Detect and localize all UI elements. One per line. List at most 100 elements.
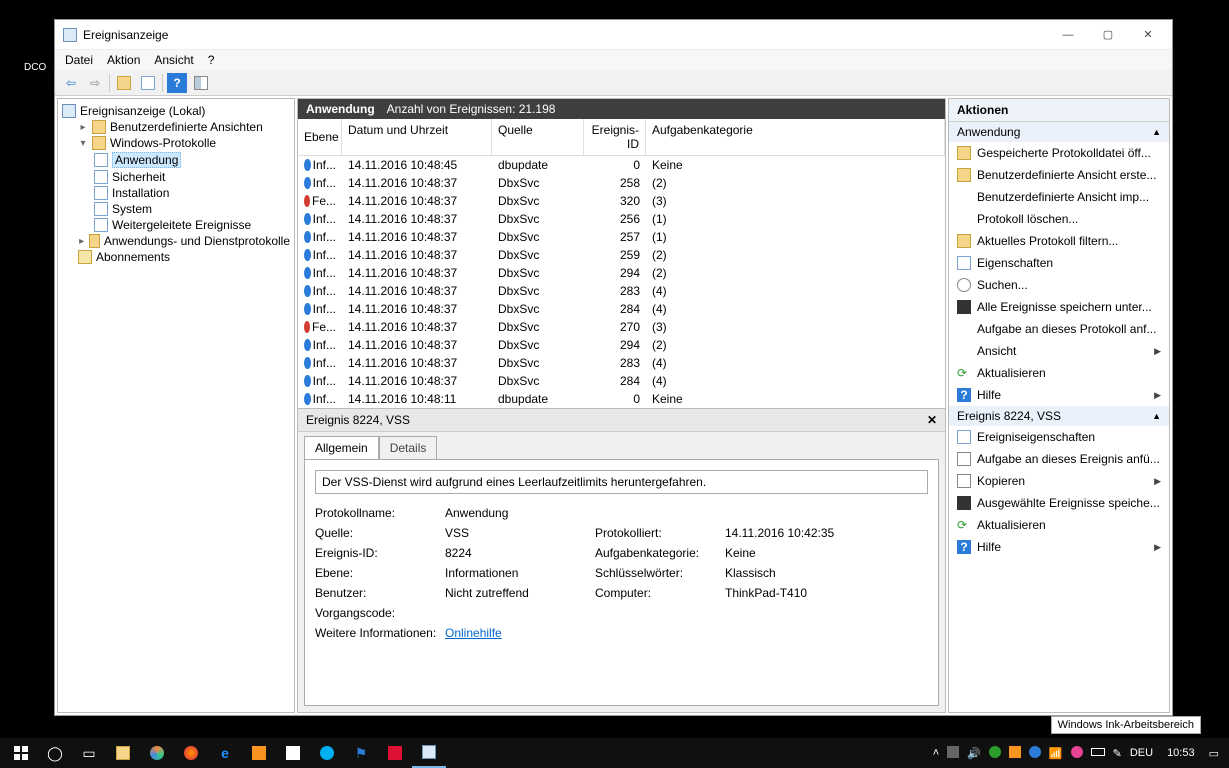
table-row[interactable]: Inf...14.11.2016 10:48:37DbxSvc294(2): [298, 336, 945, 354]
table-row[interactable]: Inf...14.11.2016 10:48:37DbxSvc258(2): [298, 174, 945, 192]
titlebar[interactable]: Ereignisanzeige — ▢ ✕: [55, 20, 1172, 50]
actions-section-application[interactable]: Anwendung▲: [949, 122, 1169, 142]
help-button[interactable]: ?: [167, 73, 187, 93]
action-import-custom-view[interactable]: Benutzerdefinierte Ansicht imp...: [949, 186, 1169, 208]
action-attach-task-event[interactable]: Aufgabe an dieses Ereignis anfü...: [949, 448, 1169, 470]
taskbar-explorer[interactable]: [106, 738, 140, 768]
action-view-submenu[interactable]: Ansicht▶: [949, 340, 1169, 362]
tab-details[interactable]: Details: [379, 436, 438, 459]
minimize-button[interactable]: —: [1048, 20, 1088, 50]
table-row[interactable]: Fe...14.11.2016 10:48:37DbxSvc320(3): [298, 192, 945, 210]
taskbar-firefox[interactable]: [174, 738, 208, 768]
menu-file[interactable]: Datei: [65, 53, 93, 67]
system-tray[interactable]: ˄ 🔊 📶 ✎ DEU 10:53 ▭: [933, 746, 1225, 761]
col-source[interactable]: Quelle: [492, 119, 584, 155]
action-help[interactable]: ?Hilfe▶: [949, 384, 1169, 406]
action-refresh[interactable]: ⟳Aktualisieren: [949, 362, 1169, 384]
action-help-2[interactable]: ?Hilfe▶: [949, 536, 1169, 558]
action-filter-log[interactable]: Aktuelles Protokoll filtern...: [949, 230, 1169, 252]
maximize-button[interactable]: ▢: [1088, 20, 1128, 50]
tray-sync-icon[interactable]: [1029, 746, 1041, 761]
action-save-all-events[interactable]: Alle Ereignisse speichern unter...: [949, 296, 1169, 318]
col-level[interactable]: Ebene: [298, 119, 342, 155]
col-datetime[interactable]: Datum und Uhrzeit: [342, 119, 492, 155]
tray-clock[interactable]: 10:53: [1161, 747, 1201, 759]
pane-toggle-button[interactable]: [191, 73, 211, 93]
detail-close-button[interactable]: ✕: [927, 413, 937, 427]
taskbar-edge[interactable]: e: [208, 738, 242, 768]
tray-battery-icon[interactable]: [1091, 747, 1105, 759]
taskbar-store[interactable]: [276, 738, 310, 768]
taskbar-chrome[interactable]: [140, 738, 174, 768]
tree-item-system[interactable]: System: [92, 201, 292, 217]
taskbar-skype[interactable]: [310, 738, 344, 768]
table-row[interactable]: Inf...14.11.2016 10:48:45dbupdate0Keine: [298, 156, 945, 174]
actions-section-event[interactable]: Ereignis 8224, VSS▲: [949, 406, 1169, 426]
link-onlinehelp[interactable]: Onlinehilfe: [445, 626, 502, 640]
taskbar-app-orange[interactable]: [242, 738, 276, 768]
tree-custom-views[interactable]: ▸Benutzerdefinierte Ansichten: [76, 119, 292, 135]
tray-orange-icon[interactable]: [1009, 746, 1021, 761]
tray-green-icon[interactable]: [989, 746, 1001, 761]
tree-subscriptions[interactable]: Abonnements: [76, 249, 292, 265]
tree-windows-logs[interactable]: ▾Windows-Protokolle: [76, 135, 292, 151]
table-row[interactable]: Fe...14.11.2016 10:48:37DbxSvc270(3): [298, 318, 945, 336]
tree-root[interactable]: Ereignisanzeige (Lokal): [60, 103, 292, 119]
action-save-selected[interactable]: Ausgewählte Ereignisse speiche...: [949, 492, 1169, 514]
tray-ink-icon[interactable]: ✎: [1113, 747, 1122, 760]
cortana-button[interactable]: ◯: [38, 738, 72, 768]
tray-wifi-icon[interactable]: 📶: [1049, 747, 1063, 760]
action-find[interactable]: Suchen...: [949, 274, 1169, 296]
tree-app-service-logs[interactable]: ▸Anwendungs- und Dienstprotokolle: [76, 233, 292, 249]
start-button[interactable]: [4, 738, 38, 768]
tree-item-forwarded[interactable]: Weitergeleitete Ereignisse: [92, 217, 292, 233]
table-row[interactable]: Inf...14.11.2016 10:48:37DbxSvc283(4): [298, 282, 945, 300]
tray-notifications-icon[interactable]: ▭: [1209, 747, 1219, 760]
nav-back-button[interactable]: ⇦: [61, 73, 81, 93]
detail-pane: Ereignis 8224, VSS ✕ Allgemein Details D…: [298, 409, 945, 712]
table-row[interactable]: Inf...14.11.2016 10:48:37DbxSvc284(4): [298, 300, 945, 318]
col-event-id[interactable]: Ereignis-ID: [584, 119, 646, 155]
table-row[interactable]: Inf...14.11.2016 10:48:37DbxSvc284(4): [298, 372, 945, 390]
event-grid[interactable]: Ebene Datum und Uhrzeit Quelle Ereignis-…: [298, 119, 945, 409]
menu-action[interactable]: Aktion: [107, 53, 140, 67]
table-row[interactable]: Inf...14.11.2016 10:48:37DbxSvc259(2): [298, 246, 945, 264]
taskbar-flag[interactable]: ⚑: [344, 738, 378, 768]
table-row[interactable]: Inf...14.11.2016 10:48:37DbxSvc256(1): [298, 210, 945, 228]
action-event-properties[interactable]: Ereigniseigenschaften: [949, 426, 1169, 448]
col-category[interactable]: Aufgabenkategorie: [646, 119, 945, 155]
action-copy[interactable]: Kopieren▶: [949, 470, 1169, 492]
action-open-saved-log[interactable]: Gespeicherte Protokolldatei öff...: [949, 142, 1169, 164]
action-refresh-2[interactable]: ⟳Aktualisieren: [949, 514, 1169, 536]
tree-item-security[interactable]: Sicherheit: [92, 169, 292, 185]
close-button[interactable]: ✕: [1128, 20, 1168, 50]
tray-overflow-icon[interactable]: ˄: [933, 747, 939, 759]
menu-help[interactable]: ?: [208, 53, 215, 67]
tray-app-icon[interactable]: [947, 746, 959, 761]
taskview-button[interactable]: ▭: [72, 738, 106, 768]
taskbar-app-red[interactable]: [378, 738, 412, 768]
action-clear-log[interactable]: Protokoll löschen...: [949, 208, 1169, 230]
grid-body[interactable]: Inf...14.11.2016 10:48:45dbupdate0KeineI…: [298, 156, 945, 408]
action-create-custom-view[interactable]: Benutzerdefinierte Ansicht erste...: [949, 164, 1169, 186]
grid-header[interactable]: Ebene Datum und Uhrzeit Quelle Ereignis-…: [298, 119, 945, 156]
menu-view[interactable]: Ansicht: [154, 53, 193, 67]
table-row[interactable]: Inf...14.11.2016 10:48:11dbupdate0Keine: [298, 390, 945, 408]
folder-button[interactable]: [114, 73, 134, 93]
taskbar[interactable]: ◯ ▭ e ⚑ ˄ 🔊 📶 ✎ DEU 10:53 ▭: [0, 738, 1229, 768]
tray-volume-icon[interactable]: 🔊: [967, 747, 981, 760]
action-properties[interactable]: Eigenschaften: [949, 252, 1169, 274]
nav-forward-button[interactable]: ⇨: [85, 73, 105, 93]
tree-pane[interactable]: Ereignisanzeige (Lokal) ▸Benutzerdefinie…: [57, 98, 295, 713]
tab-general[interactable]: Allgemein: [304, 436, 379, 459]
taskbar-eventviewer[interactable]: [412, 738, 446, 768]
tree-item-setup[interactable]: Installation: [92, 185, 292, 201]
action-attach-task-log[interactable]: Aufgabe an dieses Protokoll anf...: [949, 318, 1169, 340]
tree-item-application[interactable]: Anwendung: [92, 151, 292, 169]
tray-language[interactable]: DEU: [1130, 747, 1153, 759]
table-row[interactable]: Inf...14.11.2016 10:48:37DbxSvc257(1): [298, 228, 945, 246]
table-row[interactable]: Inf...14.11.2016 10:48:37DbxSvc294(2): [298, 264, 945, 282]
properties-button[interactable]: [138, 73, 158, 93]
tray-pink-icon[interactable]: [1071, 746, 1083, 761]
table-row[interactable]: Inf...14.11.2016 10:48:37DbxSvc283(4): [298, 354, 945, 372]
